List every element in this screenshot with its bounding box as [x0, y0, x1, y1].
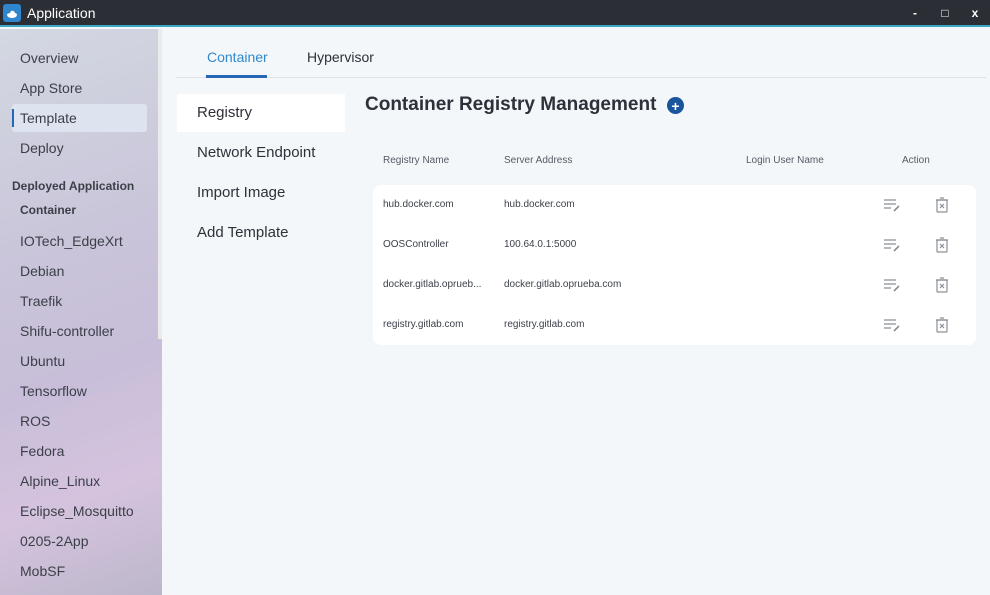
column-header-registry-name: Registry Name	[383, 155, 450, 166]
column-header-login-user-name: Login User Name	[746, 155, 824, 166]
tab-container[interactable]: Container	[207, 49, 268, 65]
sidebar-item-deploy[interactable]: Deploy	[12, 134, 147, 162]
subnav-import-image[interactable]: Import Image	[177, 174, 345, 212]
registry-name-cell: registry.gitlab.com	[383, 319, 464, 330]
page-title: Container Registry Management	[365, 94, 657, 115]
table-row: registry.gitlab.com registry.gitlab.com	[373, 305, 976, 345]
subnav-add-template[interactable]: Add Template	[177, 214, 345, 252]
sidebar-section-deployed-application: Deployed Application	[12, 179, 135, 193]
title-bar: Application - □ x	[0, 0, 990, 27]
registry-table: hub.docker.com hub.docker.com OOSControl…	[373, 185, 976, 345]
sidebar-item-app-store[interactable]: App Store	[12, 74, 147, 102]
sidebar-app-item[interactable]: 0205-2App	[20, 533, 89, 549]
add-registry-button[interactable]: +	[667, 97, 684, 114]
sidebar-app-item[interactable]: Debian	[20, 263, 64, 279]
server-address-cell: 100.64.0.1:5000	[504, 239, 577, 250]
sidebar-app-item[interactable]: Tensorflow	[20, 383, 87, 399]
sidebar-app-item[interactable]: Fedora	[20, 443, 64, 459]
delete-icon[interactable]	[933, 236, 951, 254]
column-header-server-address: Server Address	[504, 155, 573, 166]
sidebar-app-item[interactable]: Eclipse_Mosquitto	[20, 503, 134, 519]
server-address-cell: hub.docker.com	[504, 199, 575, 210]
app-logo-icon	[3, 3, 21, 22]
table-row: OOSController 100.64.0.1:5000	[373, 225, 976, 265]
sidebar-scrollbar[interactable]	[158, 29, 162, 339]
sidebar-app-item[interactable]: Ubuntu	[20, 353, 65, 369]
sidebar-app-item[interactable]: ROS	[20, 413, 50, 429]
registry-name-cell: OOSController	[383, 239, 449, 250]
sidebar-app-item[interactable]: MobSF	[20, 563, 65, 579]
edit-icon[interactable]	[883, 276, 901, 294]
table-row: hub.docker.com hub.docker.com	[373, 185, 976, 225]
sidebar-subsection-container: Container	[20, 203, 77, 217]
main-content: Container Hypervisor Registry Network En…	[166, 29, 990, 595]
registry-name-cell: docker.gitlab.oprueb...	[383, 279, 482, 290]
sidebar-item-template[interactable]: Template	[12, 104, 147, 132]
column-header-action: Action	[902, 155, 930, 166]
subnav-registry[interactable]: Registry	[177, 94, 345, 132]
registry-name-cell: hub.docker.com	[383, 199, 454, 210]
table-row: docker.gitlab.oprueb... docker.gitlab.op…	[373, 265, 976, 305]
sidebar-item-overview[interactable]: Overview	[12, 44, 147, 72]
sidebar: Overview App Store Template Deploy Deplo…	[0, 29, 162, 595]
edit-icon[interactable]	[883, 196, 901, 214]
active-tab-indicator	[206, 75, 267, 78]
sidebar-app-item[interactable]: Traefik	[20, 293, 62, 309]
server-address-cell: registry.gitlab.com	[504, 319, 585, 330]
delete-icon[interactable]	[933, 196, 951, 214]
maximize-button[interactable]: □	[930, 0, 960, 25]
plus-icon: +	[671, 97, 680, 114]
tab-hypervisor[interactable]: Hypervisor	[307, 49, 374, 65]
edit-icon[interactable]	[883, 316, 901, 334]
server-address-cell: docker.gitlab.oprueba.com	[504, 279, 622, 290]
minimize-button[interactable]: -	[900, 0, 930, 25]
delete-icon[interactable]	[933, 276, 951, 294]
sidebar-app-item[interactable]: Shifu-controller	[20, 323, 114, 339]
sidebar-app-item[interactable]: Alpine_Linux	[20, 473, 100, 489]
window-title: Application	[27, 4, 96, 21]
delete-icon[interactable]	[933, 316, 951, 334]
subnav-network-endpoint[interactable]: Network Endpoint	[177, 134, 345, 172]
close-button[interactable]: x	[960, 0, 990, 25]
tab-bar: Container Hypervisor	[176, 29, 986, 78]
edit-icon[interactable]	[883, 236, 901, 254]
sidebar-app-item[interactable]: IOTech_EdgeXrt	[20, 233, 123, 249]
